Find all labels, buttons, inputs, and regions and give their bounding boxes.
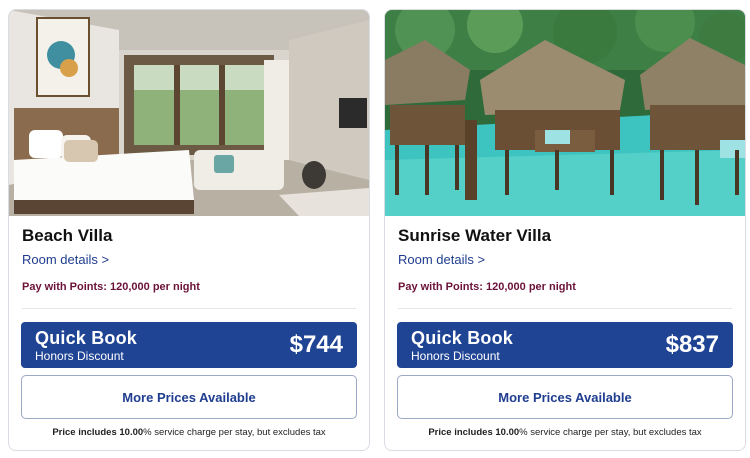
points-price: Pay with Points: 120,000 per night [22,281,200,293]
divider [22,308,356,309]
room-name: Sunrise Water Villa [398,226,552,245]
quick-book-button[interactable]: Quick Book Honors Discount $744 [21,322,357,368]
fine-print-percent: 10.00 [495,427,520,438]
quick-book-button[interactable]: Quick Book Honors Discount $837 [397,322,733,368]
quick-book-title: Quick Book [35,328,138,348]
room-details-link[interactable]: Room details > [22,252,109,267]
price-fine-print: Price includes 10.00% service charge per… [385,427,745,438]
room-name: Beach Villa [22,226,113,245]
room-photo-beach-villa[interactable] [9,10,369,216]
points-price: Pay with Points: 120,000 per night [398,281,576,293]
room-details-link[interactable]: Room details > [398,252,485,267]
more-prices-button[interactable]: More Prices Available [397,375,733,419]
fine-print-suffix: % service charge per stay, but excludes … [143,427,326,438]
fine-print-percent: 10.00 [119,427,144,438]
fine-print-prefix: Price includes [428,427,496,438]
divider [398,308,732,309]
quick-book-subtitle: Honors Discount [411,349,500,363]
quick-book-price: $837 [665,331,719,358]
room-card-beach-villa: Beach Villa Room details > Pay with Poin… [8,9,370,451]
fine-print-prefix: Price includes [52,427,120,438]
quick-book-title: Quick Book [411,328,514,348]
quick-book-subtitle: Honors Discount [35,349,124,363]
more-prices-button[interactable]: More Prices Available [21,375,357,419]
room-card-sunrise-water-villa: Sunrise Water Villa Room details > Pay w… [384,9,746,451]
price-fine-print: Price includes 10.00% service charge per… [9,427,369,438]
room-photo-sunrise-water-villa[interactable] [385,10,745,216]
fine-print-suffix: % service charge per stay, but excludes … [519,427,702,438]
quick-book-price: $744 [289,331,343,358]
